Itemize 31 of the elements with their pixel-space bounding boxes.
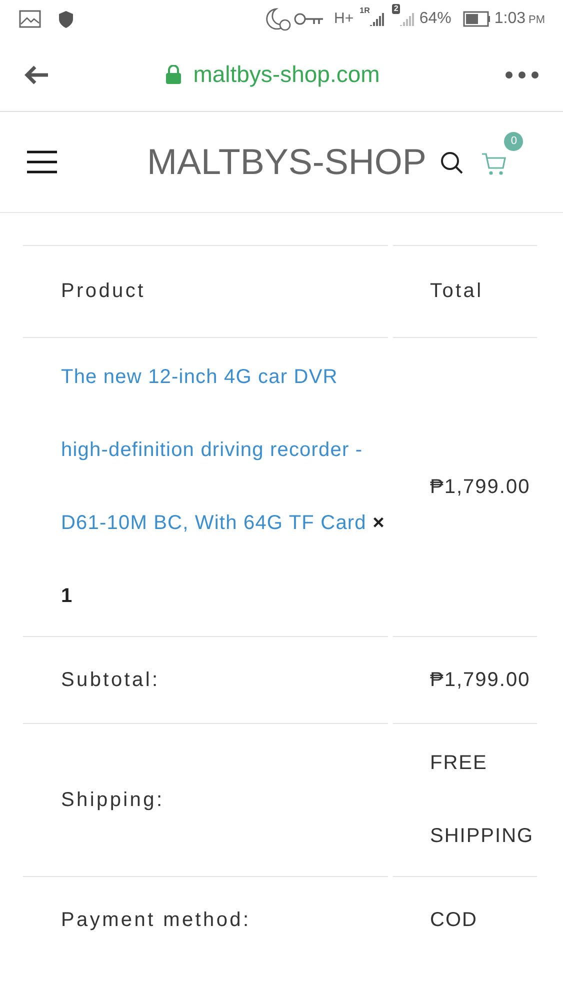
roaming-text: 1R [360, 5, 370, 17]
column-header: Product [61, 279, 146, 304]
menu-icon[interactable] [27, 150, 57, 174]
signal-icon [370, 11, 384, 27]
signal-icon [400, 11, 414, 27]
moon-alarm-icon [264, 7, 292, 31]
network-type-text: H+ [334, 8, 354, 29]
cart-count-badge: 0 [504, 132, 524, 151]
summary-value: COD [430, 908, 478, 932]
lock-icon [165, 65, 182, 84]
key-icon [294, 12, 324, 26]
shield-icon [59, 10, 73, 28]
summary-label: Payment method: [61, 908, 251, 933]
column-header: Total [430, 279, 484, 304]
back-arrow-icon[interactable] [24, 64, 50, 84]
product-link[interactable]: The new 12-inch 4G car DVR high-definition driving recorder - D61-10M BC, With 64G TF Card × 1 [61, 341, 388, 633]
clock-time: 1:03 [494, 9, 526, 29]
product-total: ₱1,799.00 [430, 475, 530, 500]
image-icon [19, 10, 41, 28]
summary-label: Shipping: [61, 788, 164, 813]
shop-logo[interactable]: MALTBYS-SHOP [147, 144, 426, 180]
battery-icon [463, 11, 492, 27]
url-text[interactable]: maltbys-shop.com [193, 57, 380, 92]
sim-badge: 2 [392, 4, 400, 14]
more-menu-icon[interactable] [505, 70, 539, 78]
summary-value: FREE SHIPPING [430, 751, 535, 849]
battery-percent: 64% [419, 9, 452, 29]
clock-ampm: PM [528, 13, 545, 28]
summary-label: Subtotal: [61, 668, 160, 693]
summary-value: ₱1,799.00 [430, 668, 530, 692]
search-icon[interactable] [440, 151, 464, 175]
